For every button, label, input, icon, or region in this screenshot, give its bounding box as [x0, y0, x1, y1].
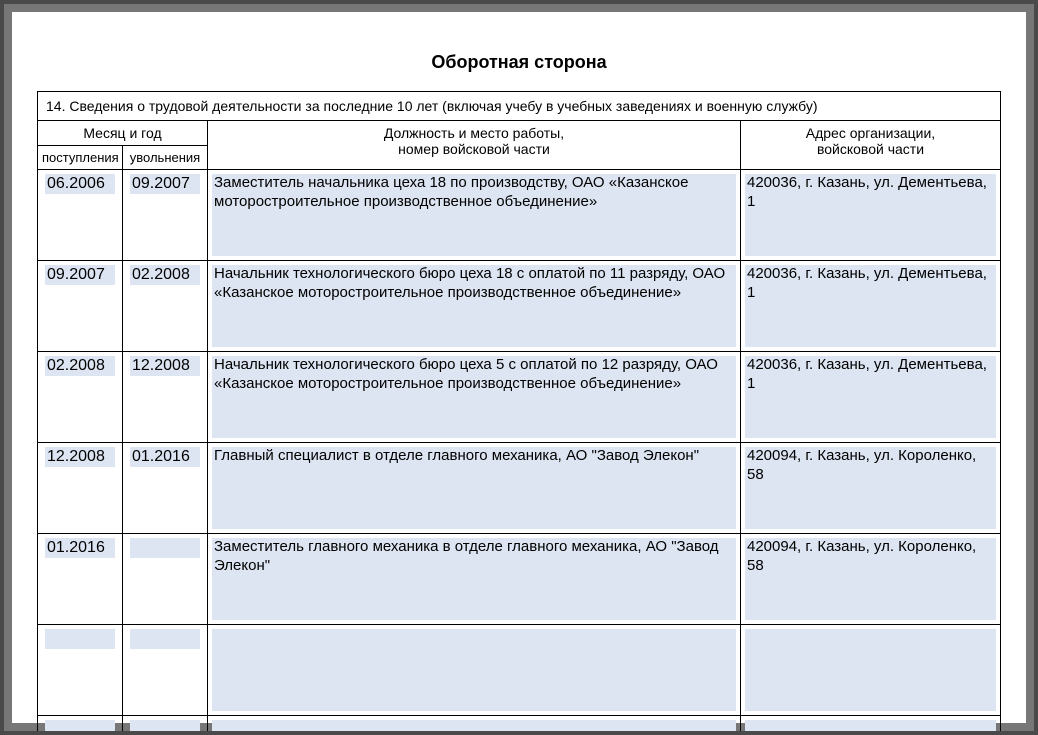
end-date-field[interactable]: [130, 629, 200, 649]
address-cell: [740, 625, 1000, 716]
end-date-cell: [123, 625, 208, 716]
table-row: [38, 716, 1001, 732]
position-cell: Заместитель начальника цеха 18 по произв…: [208, 170, 741, 261]
address-cell: 420036, г. Казань, ул. Дементьева, 1: [740, 352, 1000, 443]
position-cell: Заместитель главного механика в отделе г…: [208, 534, 741, 625]
position-field[interactable]: Начальник технологического бюро цеха 5 с…: [212, 356, 736, 438]
position-field[interactable]: Начальник технологического бюро цеха 18 …: [212, 265, 736, 347]
address-cell: 420036, г. Казань, ул. Дементьева, 1: [740, 170, 1000, 261]
col-position: Должность и место работы, номер войсково…: [208, 121, 741, 170]
position-field[interactable]: Главный специалист в отделе главного мех…: [212, 447, 736, 529]
position-field[interactable]: Заместитель главного механика в отделе г…: [212, 538, 736, 620]
address-field[interactable]: 420094, г. Казань, ул. Короленко, 58: [745, 447, 996, 529]
page-shadow: Оборотная сторона 14. Сведения о трудово…: [4, 4, 1034, 731]
position-field[interactable]: Заместитель начальника цеха 18 по произв…: [212, 174, 736, 256]
table-row: [38, 625, 1001, 716]
address-field[interactable]: 420036, г. Казань, ул. Дементьева, 1: [745, 356, 996, 438]
start-date-cell: [38, 625, 123, 716]
start-date-field[interactable]: [45, 629, 115, 649]
col-month-year: Месяц и год: [38, 121, 208, 146]
end-date-cell: 02.2008: [123, 261, 208, 352]
section-header: 14. Сведения о трудовой деятельности за …: [38, 92, 1001, 121]
start-date-field[interactable]: 12.2008: [45, 447, 115, 467]
end-date-cell: [123, 716, 208, 732]
start-date-cell: [38, 716, 123, 732]
col-address: Адрес организации, войсковой части: [740, 121, 1000, 170]
start-date-cell: 01.2016: [38, 534, 123, 625]
end-date-cell: 01.2016: [123, 443, 208, 534]
position-cell: Начальник технологического бюро цеха 18 …: [208, 261, 741, 352]
start-date-cell: 06.2006: [38, 170, 123, 261]
start-date-field[interactable]: 09.2007: [45, 265, 115, 285]
end-date-field[interactable]: [130, 538, 200, 558]
position-cell: Главный специалист в отделе главного мех…: [208, 443, 741, 534]
address-field[interactable]: [745, 629, 996, 711]
viewer-frame: Оборотная сторона 14. Сведения о трудово…: [0, 0, 1038, 735]
table-row: 09.2007 02.2008 Начальник технологического…: [38, 261, 1001, 352]
position-field[interactable]: [212, 629, 736, 711]
address-cell: [740, 716, 1000, 732]
start-date-field[interactable]: 01.2016: [45, 538, 115, 558]
end-date-cell: [123, 534, 208, 625]
employment-table: 14. Сведения о трудовой деятельности за …: [37, 91, 1001, 731]
position-field[interactable]: [212, 720, 736, 731]
end-date-field[interactable]: 02.2008: [130, 265, 200, 285]
end-date-field[interactable]: 09.2007: [130, 174, 200, 194]
address-field[interactable]: [745, 720, 996, 731]
table-row: 01.2016 Заместитель главного механика в о…: [38, 534, 1001, 625]
start-date-cell: 09.2007: [38, 261, 123, 352]
position-cell: [208, 625, 741, 716]
document-page: Оборотная сторона 14. Сведения о трудово…: [12, 12, 1026, 723]
table-row: 02.2008 12.2008 Начальник технологического…: [38, 352, 1001, 443]
table-row: 12.2008 01.2016 Главный специалист в отдел…: [38, 443, 1001, 534]
address-cell: 420094, г. Казань, ул. Короленко, 58: [740, 534, 1000, 625]
col-address-line1: Адрес организации,: [806, 125, 935, 141]
col-position-line1: Должность и место работы,: [384, 125, 564, 141]
header-row-1: Месяц и год Должность и место работы, но…: [38, 121, 1001, 146]
start-date-cell: 02.2008: [38, 352, 123, 443]
col-start: поступления: [38, 146, 123, 170]
address-field[interactable]: 420094, г. Казань, ул. Короленко, 58: [745, 538, 996, 620]
end-date-cell: 12.2008: [123, 352, 208, 443]
address-field[interactable]: 420036, г. Казань, ул. Дементьева, 1: [745, 265, 996, 347]
section-header-row: 14. Сведения о трудовой деятельности за …: [38, 92, 1001, 121]
col-end: увольнения: [123, 146, 208, 170]
end-date-field[interactable]: 01.2016: [130, 447, 200, 467]
end-date-field[interactable]: [130, 720, 200, 731]
start-date-field[interactable]: 06.2006: [45, 174, 115, 194]
address-cell: 420094, г. Казань, ул. Короленко, 58: [740, 443, 1000, 534]
position-cell: Начальник технологического бюро цеха 5 с…: [208, 352, 741, 443]
col-position-line2: номер войсковой части: [398, 141, 550, 157]
end-date-field[interactable]: 12.2008: [130, 356, 200, 376]
start-date-field[interactable]: [45, 720, 115, 731]
start-date-cell: 12.2008: [38, 443, 123, 534]
table-row: 06.2006 09.2007 Заместитель начальника цех…: [38, 170, 1001, 261]
page-title: Оборотная сторона: [37, 52, 1001, 73]
address-cell: 420036, г. Казань, ул. Дементьева, 1: [740, 261, 1000, 352]
address-field[interactable]: 420036, г. Казань, ул. Дементьева, 1: [745, 174, 996, 256]
position-cell: [208, 716, 741, 732]
end-date-cell: 09.2007: [123, 170, 208, 261]
start-date-field[interactable]: 02.2008: [45, 356, 115, 376]
col-address-line2: войсковой части: [817, 141, 924, 157]
